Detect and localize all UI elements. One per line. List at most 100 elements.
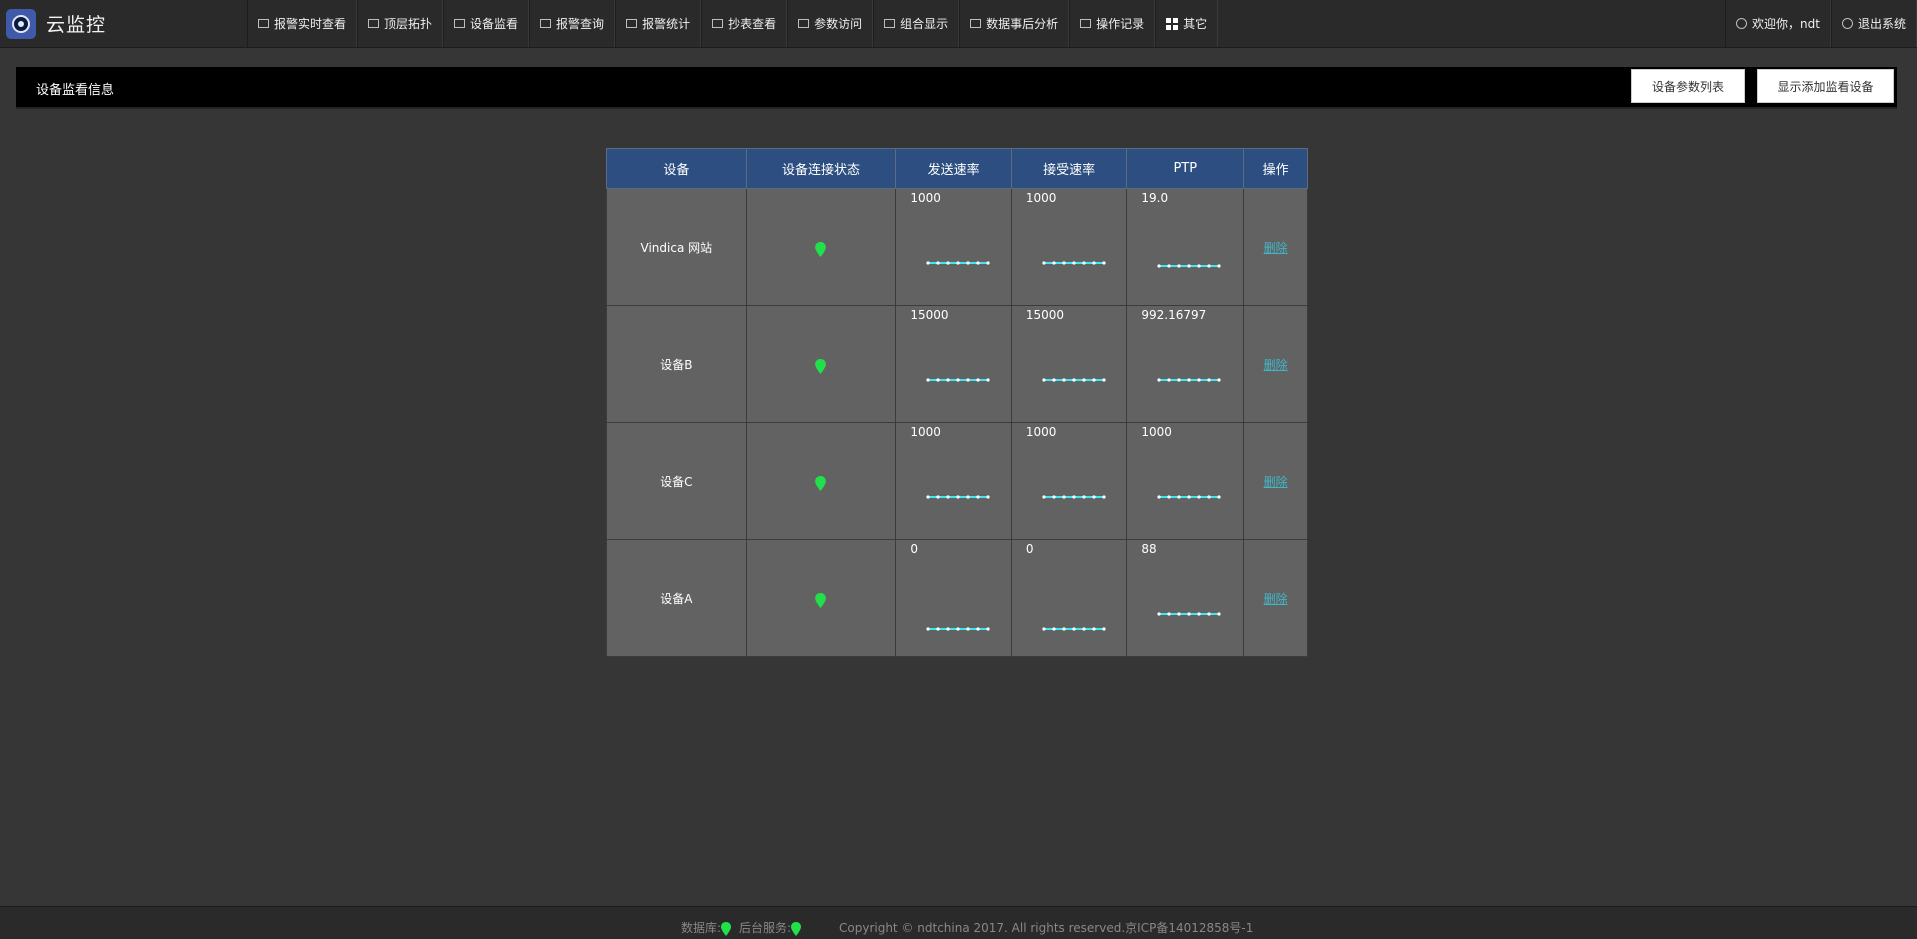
connection-pin-icon [815, 476, 827, 491]
welcome-text: 欢迎你，ndt [1752, 17, 1820, 31]
device-name-cell: Vindica 网站 [606, 188, 747, 306]
service-label: 后台服务: [739, 921, 792, 935]
nav-item-meter-view[interactable]: 抄表查看 [701, 0, 788, 47]
header-status: 设备连接状态 [745, 148, 897, 189]
nav-item-combined-display[interactable]: 组合显示 [873, 0, 960, 47]
footer: 数据库: 后台服务: Copyright © ndtchina 2017. Al… [0, 906, 1917, 939]
device-name: 设备B [660, 357, 693, 372]
service-status-pin-icon [791, 921, 802, 936]
action-cell: 删除 [1243, 539, 1308, 657]
nav-label: 顶层拓扑 [384, 17, 433, 31]
send-rate-cell: 1000 [895, 188, 1012, 306]
table-row: 设备B 15000 15000 992.16797 删除 [606, 305, 1308, 423]
ptp-value: 88 [1141, 542, 1157, 556]
table-row: Vindica 网站 1000 1000 19.0 删除 [606, 188, 1308, 306]
table-header-row: 设备 设备连接状态 发送速率 接受速率 PTP 操作 [606, 148, 1308, 189]
welcome-user[interactable]: 欢迎你，ndt [1725, 0, 1831, 47]
sparkline [1157, 264, 1221, 268]
device-name-cell: 设备C [606, 422, 747, 540]
ptp-cell: 992.16797 [1126, 305, 1245, 423]
status-cell [745, 305, 897, 423]
nav-item-alarm-realtime[interactable]: 报警实时查看 [247, 0, 358, 47]
meter-icon [712, 19, 724, 28]
sparkline [1157, 612, 1221, 616]
section-title: 设备监看信息 [36, 83, 115, 98]
ptp-cell: 88 [1126, 539, 1245, 657]
header-send-rate: 发送速率 [895, 148, 1012, 189]
status-cell [745, 539, 897, 657]
delete-link[interactable]: 删除 [1264, 358, 1288, 372]
recv-rate-value: 0 [1025, 542, 1034, 556]
nav-label: 报警统计 [642, 17, 691, 31]
ptp-cell: 1000 [1126, 422, 1245, 540]
sparkline [1042, 495, 1106, 499]
ptp-value: 1000 [1141, 425, 1172, 439]
sparkline [1042, 261, 1106, 265]
nav-item-other[interactable]: 其它 [1155, 0, 1219, 47]
connection-pin-icon [815, 242, 827, 257]
send-rate-value: 1000 [910, 191, 941, 205]
sparkline [1157, 378, 1221, 382]
nav-item-alarm-stats[interactable]: 报警统计 [615, 0, 702, 47]
action-cell: 删除 [1243, 305, 1308, 423]
user-icon [1736, 18, 1748, 29]
recv-rate-cell: 15000 [1010, 305, 1128, 423]
top-navbar: 云监控 报警实时查看 顶层拓扑 设备监看 报警查询 报警统计 抄表查看 参数访问… [0, 0, 1917, 48]
nav-item-operation-log[interactable]: 操作记录 [1069, 0, 1156, 47]
nav-label: 抄表查看 [728, 17, 777, 31]
delete-link[interactable]: 删除 [1264, 592, 1288, 606]
camera-logo-icon [6, 8, 36, 39]
param-list-button[interactable]: 设备参数列表 [1631, 69, 1745, 103]
recv-rate-value: 15000 [1025, 308, 1065, 322]
connection-pin-icon [815, 359, 827, 374]
device-name: 设备A [660, 591, 693, 606]
device-name-cell: 设备B [606, 305, 747, 423]
recv-rate-cell: 1000 [1010, 188, 1128, 306]
send-rate-cell: 1000 [895, 422, 1012, 540]
nav-label: 其它 [1183, 17, 1208, 31]
sparkline [1042, 378, 1106, 382]
logout-label: 退出系统 [1857, 17, 1906, 31]
analysis-icon [970, 19, 982, 28]
ptp-value: 992.16797 [1141, 308, 1207, 322]
sparkline [1157, 495, 1221, 499]
recv-rate-cell: 1000 [1010, 422, 1128, 540]
brand[interactable]: 云监控 [0, 0, 247, 47]
monitor-icon [258, 19, 269, 28]
logout-button[interactable]: 退出系统 [1830, 0, 1917, 47]
device-name: Vindica 网站 [640, 240, 713, 255]
action-cell: 删除 [1243, 188, 1308, 306]
delete-link[interactable]: 删除 [1264, 241, 1288, 255]
main-nav: 报警实时查看 顶层拓扑 设备监看 报警查询 报警统计 抄表查看 参数访问 组合显… [247, 0, 1219, 47]
nav-item-device-monitor[interactable]: 设备监看 [443, 0, 530, 47]
delete-link[interactable]: 删除 [1264, 475, 1288, 489]
ptp-cell: 19.0 [1126, 188, 1245, 306]
db-status: 数据库: [681, 919, 732, 936]
device-icon [454, 19, 466, 28]
sparkline [926, 495, 990, 499]
sparkline [926, 378, 990, 382]
params-icon [798, 19, 810, 28]
copyright: Copyright © ndtchina 2017. All rights re… [839, 921, 1254, 935]
sparkline [926, 627, 990, 631]
send-rate-cell: 0 [895, 539, 1012, 657]
section-header: 设备监看信息 设备参数列表 显示添加监看设备 [16, 67, 1897, 109]
app-title: 云监控 [46, 14, 107, 36]
chart-icon [626, 19, 638, 28]
logout-icon [1841, 18, 1853, 29]
nav-label: 数据事后分析 [986, 17, 1059, 31]
header-action: 操作 [1243, 148, 1308, 189]
show-add-device-button[interactable]: 显示添加监看设备 [1757, 69, 1894, 103]
table-row: 设备A 0 0 88 删除 [606, 539, 1308, 657]
grid-icon [884, 19, 896, 28]
send-rate-value: 1000 [910, 425, 941, 439]
connection-pin-icon [815, 593, 827, 608]
nav-label: 报警查询 [556, 17, 605, 31]
service-status: 后台服务: [739, 919, 802, 936]
nav-item-alarm-query[interactable]: 报警查询 [529, 0, 616, 47]
nav-item-post-analysis[interactable]: 数据事后分析 [959, 0, 1070, 47]
device-name: 设备C [660, 474, 693, 489]
nav-item-param-access[interactable]: 参数访问 [787, 0, 874, 47]
nav-label: 操作记录 [1096, 17, 1145, 31]
nav-item-topology[interactable]: 顶层拓扑 [357, 0, 444, 47]
